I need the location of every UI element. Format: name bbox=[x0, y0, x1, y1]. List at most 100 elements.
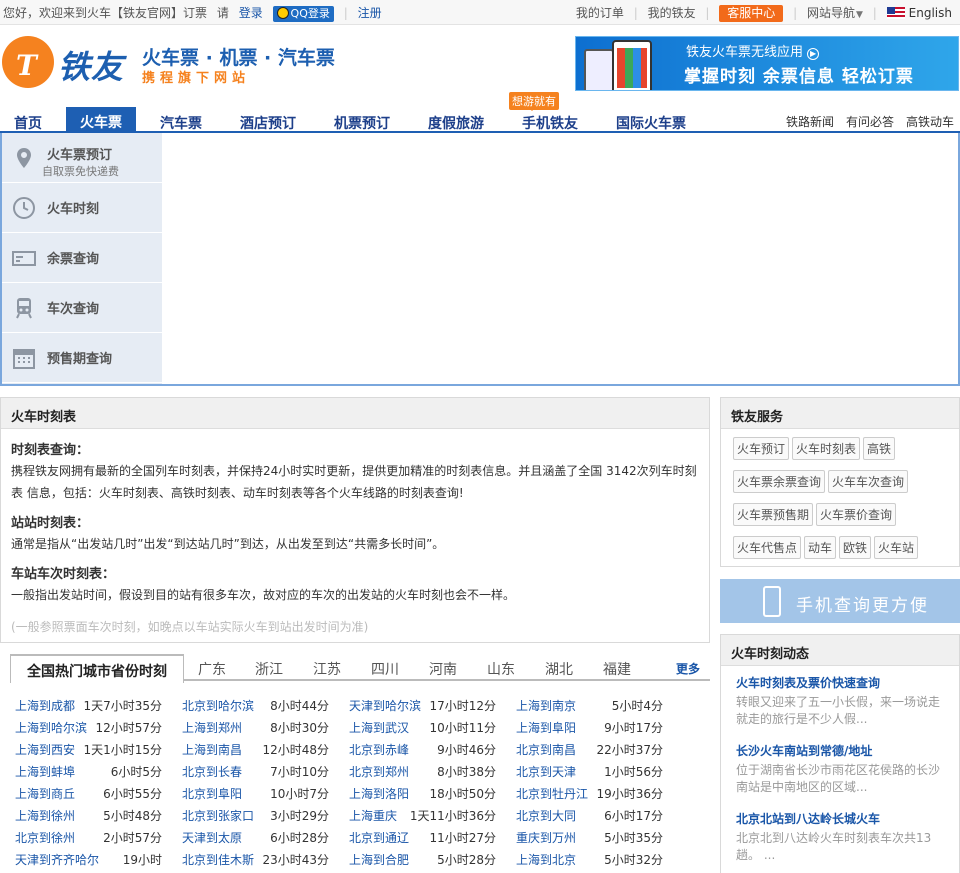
nav-hotel[interactable]: 酒店预订 bbox=[240, 113, 296, 133]
route-link[interactable]: 上海到阜阳 bbox=[516, 721, 576, 735]
route-link[interactable]: 北京到牡丹江 bbox=[516, 787, 588, 801]
service-chip[interactable]: 火车时刻表 bbox=[792, 437, 861, 460]
route-link[interactable]: 上海到郑州 bbox=[182, 721, 242, 735]
side-tab-timetable[interactable]: 火车时刻 bbox=[2, 183, 162, 233]
tab-henan[interactable]: 河南 bbox=[429, 659, 457, 679]
route-item: 北京到天津 1小时56分 bbox=[516, 763, 676, 785]
route-link[interactable]: 北京到阜阳 bbox=[182, 787, 242, 801]
route-link[interactable]: 北京到赤峰 bbox=[349, 743, 409, 757]
route-link[interactable]: 北京到大同 bbox=[516, 809, 576, 823]
service-chip[interactable]: 火车车次查询 bbox=[828, 470, 909, 493]
nav-bus-tickets[interactable]: 汽车票 bbox=[160, 113, 202, 133]
route-link[interactable]: 上海到西安 bbox=[15, 743, 75, 757]
tab-hubei[interactable]: 湖北 bbox=[545, 659, 573, 679]
route-link[interactable]: 上海到洛阳 bbox=[349, 787, 409, 801]
route-link[interactable]: 上海到武汉 bbox=[349, 721, 409, 735]
nav-home[interactable]: 首页 bbox=[14, 113, 42, 133]
service-chip[interactable]: 火车票余票查询 bbox=[733, 470, 826, 493]
tab-zhejiang[interactable]: 浙江 bbox=[255, 659, 283, 679]
language-switch[interactable]: English bbox=[886, 6, 952, 20]
route-duration: 12小时57分 bbox=[95, 721, 162, 735]
more-link[interactable]: 更多 bbox=[676, 660, 700, 677]
side-tab-label: 余票查询 bbox=[47, 252, 100, 267]
route-link[interactable]: 北京到张家口 bbox=[182, 809, 254, 823]
route-link[interactable]: 天津到哈尔滨 bbox=[349, 699, 421, 713]
service-chip[interactable]: 欧铁 bbox=[839, 536, 872, 559]
route-link[interactable]: 北京到徐州 bbox=[15, 831, 75, 845]
route-link[interactable]: 上海到成都 bbox=[15, 699, 75, 713]
service-chip[interactable]: 动车 bbox=[804, 536, 837, 559]
news-item-title[interactable]: 火车时刻表及票价快速查询 bbox=[736, 674, 944, 691]
nav-vacation[interactable]: 度假旅游 bbox=[428, 113, 484, 133]
service-chip[interactable]: 高铁 bbox=[863, 437, 896, 460]
tab-sichuan[interactable]: 四川 bbox=[371, 659, 399, 679]
side-tab-remaining[interactable]: 余票查询 bbox=[2, 233, 162, 283]
uk-flag-icon bbox=[886, 7, 905, 19]
news-item-title[interactable]: 长沙火车南站到常德/地址 bbox=[736, 742, 944, 759]
route-link[interactable]: 上海到蚌埠 bbox=[15, 765, 75, 779]
service-chip[interactable]: 火车代售点 bbox=[733, 536, 802, 559]
route-link[interactable]: 上海到南京 bbox=[516, 699, 576, 713]
service-chip[interactable]: 火车预订 bbox=[733, 437, 790, 460]
route-item: 上海到蚌埠 6小时5分 bbox=[15, 763, 175, 785]
route-link[interactable]: 北京到郑州 bbox=[349, 765, 409, 779]
my-orders-link[interactable]: 我的订单 bbox=[576, 6, 624, 20]
route-link[interactable]: 重庆到万州 bbox=[516, 831, 576, 845]
tab-jiangsu[interactable]: 江苏 bbox=[313, 659, 341, 679]
site-nav-dropdown[interactable]: 网站导航▼ bbox=[807, 6, 863, 20]
tab-national-hot[interactable]: 全国热门城市省份时刻 bbox=[10, 654, 184, 683]
route-link[interactable]: 北京到天津 bbox=[516, 765, 576, 779]
tab-shandong[interactable]: 山东 bbox=[487, 659, 515, 679]
route-link[interactable]: 北京到佳木斯 bbox=[182, 853, 254, 867]
side-tab-train-number[interactable]: 车次查询 bbox=[2, 283, 162, 333]
route-link[interactable]: 上海到商丘 bbox=[15, 787, 75, 801]
site-logo[interactable]: T 铁友 bbox=[2, 36, 136, 88]
route-link[interactable]: 上海到南昌 bbox=[182, 743, 242, 757]
route-item: 北京到大同 6小时17分 bbox=[516, 807, 676, 829]
nav-mobile[interactable]: 手机铁友 bbox=[522, 113, 578, 133]
route-link[interactable]: 上海到合肥 bbox=[349, 853, 409, 867]
mobile-query-banner[interactable]: 手机查询更方便 bbox=[720, 579, 960, 623]
login-link[interactable]: 登录 bbox=[239, 6, 263, 20]
route-link[interactable]: 北京到长春 bbox=[182, 765, 242, 779]
route-link[interactable]: 天津到齐齐哈尔 bbox=[15, 853, 99, 867]
side-tab-booking[interactable]: 火车票预订 自取票免快递费 bbox=[2, 133, 162, 183]
timetable-note: (一般参照票面车次时刻，如晚点以车站实际火车到站出发时间为准) bbox=[11, 620, 369, 634]
section-title-station: 站站时刻表： bbox=[11, 516, 90, 531]
route-link[interactable]: 北京到南昌 bbox=[516, 743, 576, 757]
route-item: 上海到哈尔滨 12小时57分 bbox=[15, 719, 175, 741]
news-item-title[interactable]: 北京北站到八达岭长城火车 bbox=[736, 810, 944, 827]
nav-railway-news[interactable]: 铁路新闻 bbox=[786, 113, 834, 130]
route-duration: 17小时12分 bbox=[429, 699, 496, 713]
route-link[interactable]: 上海重庆 bbox=[349, 809, 397, 823]
nav-train-tickets[interactable]: 火车票 bbox=[66, 107, 136, 133]
divider: | bbox=[793, 6, 798, 20]
tab-guangdong[interactable]: 广东 bbox=[198, 659, 226, 679]
route-link[interactable]: 上海到哈尔滨 bbox=[15, 721, 87, 735]
service-chip[interactable]: 火车票预售期 bbox=[733, 503, 814, 526]
services-box: 铁友服务 火车预订 火车时刻表 高铁火车票余票查询 火车车次查询火车票预售期 火车票价查… bbox=[720, 397, 960, 567]
my-tieyou-link[interactable]: 我的铁友 bbox=[648, 6, 696, 20]
nav-high-speed[interactable]: 高铁动车 bbox=[906, 113, 954, 130]
app-promo-banner[interactable]: 铁友火车票无线应用 ▶ 掌握时刻 余票信息 轻松订票 bbox=[575, 36, 959, 91]
register-link[interactable]: 注册 bbox=[358, 6, 382, 20]
route-duration: 6小时28分 bbox=[270, 831, 329, 845]
nav-intl-train[interactable]: 国际火车票 bbox=[616, 113, 686, 133]
route-link[interactable]: 北京到通辽 bbox=[349, 831, 409, 845]
route-link[interactable]: 上海到徐州 bbox=[15, 809, 75, 823]
nav-flights[interactable]: 机票预订 bbox=[334, 113, 390, 133]
route-item: 上海到徐州 5小时48分 bbox=[15, 807, 175, 829]
news-item-desc: 北京北到八达岭火车时刻表车次共13趟。 ... bbox=[736, 831, 932, 862]
route-link[interactable]: 北京到哈尔滨 bbox=[182, 699, 254, 713]
qq-login-button[interactable]: QQ登录 bbox=[272, 6, 334, 22]
customer-service-button[interactable]: 客服中心 bbox=[719, 5, 784, 22]
service-chip[interactable]: 火车站 bbox=[874, 536, 919, 559]
route-link[interactable]: 上海到北京 bbox=[516, 853, 576, 867]
route-item: 上海到合肥 5小时28分 bbox=[349, 851, 509, 873]
side-tab-presale[interactable]: 预售期查询 bbox=[2, 333, 162, 383]
tab-fujian[interactable]: 福建 bbox=[603, 659, 631, 679]
route-link[interactable]: 天津到太原 bbox=[182, 831, 242, 845]
route-item: 上海到北京 5小时32分 bbox=[516, 851, 676, 873]
nav-faq[interactable]: 有问必答 bbox=[846, 113, 894, 130]
service-chip[interactable]: 火车票价查询 bbox=[816, 503, 897, 526]
